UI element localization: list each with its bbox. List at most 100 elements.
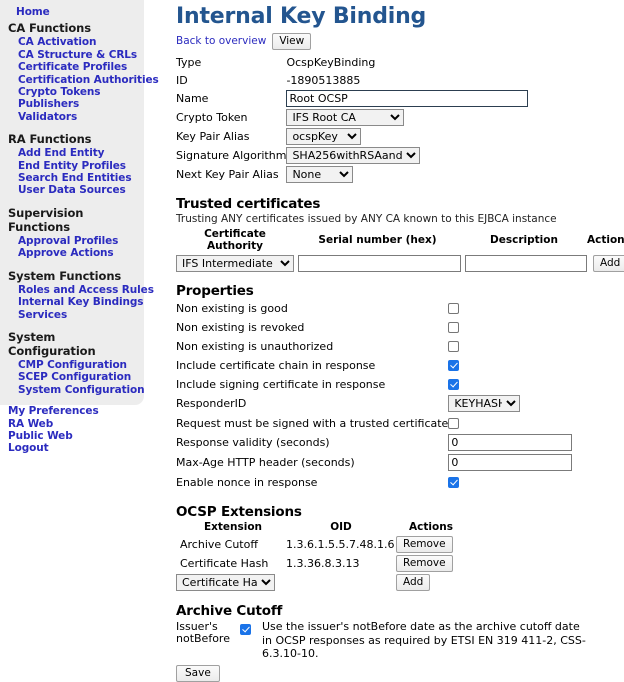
key-pair-alias-select[interactable]: ocspKey bbox=[286, 128, 362, 145]
col-certificate-authority: Certificate Authority bbox=[204, 228, 266, 252]
sidebar-item-user-data-sources[interactable]: User Data Sources bbox=[0, 184, 144, 196]
sidebar-item-home[interactable]: Home bbox=[8, 6, 144, 18]
back-row: Back to overview View bbox=[176, 32, 624, 50]
signature-algorithm-cell: SHA256withRSAandMGF1 bbox=[286, 147, 528, 166]
table-row: Certificate Hash 1.3.36.8.3.13 Remove bbox=[176, 554, 466, 573]
sidebar: Home CA Functions CA Activation CA Struc… bbox=[0, 0, 159, 454]
sidebar-item-ra-web[interactable]: RA Web bbox=[0, 418, 144, 430]
nonce-label: Enable nonce in response bbox=[176, 475, 318, 489]
ocsp-extensions-table: Extension OID Actions Archive Cutoff 1.3… bbox=[176, 521, 466, 592]
col-description: Description bbox=[490, 234, 558, 246]
trusted-serial-input[interactable] bbox=[298, 255, 461, 272]
sidebar-item-public-web[interactable]: Public Web bbox=[0, 430, 144, 442]
sidebar-item-publishers[interactable]: Publishers bbox=[0, 98, 144, 110]
sidebar-item-add-end-entity[interactable]: Add End Entity bbox=[0, 147, 144, 159]
sidebar-item-scep-configuration[interactable]: SCEP Configuration bbox=[0, 371, 144, 383]
extension-add-actions: Add bbox=[396, 573, 466, 592]
max-age-input[interactable] bbox=[448, 454, 573, 471]
name-input[interactable] bbox=[286, 90, 529, 107]
extension-actions-certificate-hash: Remove bbox=[396, 554, 466, 573]
col-extension: Extension bbox=[203, 521, 263, 533]
type-value: OcspKeyBinding bbox=[286, 55, 376, 69]
extension-name-certificate-hash: Certificate Hash bbox=[180, 557, 269, 570]
crypto-token-select[interactable]: IFS Root CA bbox=[286, 109, 405, 126]
trusted-certificates-heading: Trusted certificates bbox=[176, 196, 321, 212]
sidebar-item-roles-and-access-rules[interactable]: Roles and Access Rules bbox=[0, 284, 154, 296]
sidebar-heading-ca-functions: CA Functions bbox=[8, 21, 91, 36]
sidebar-item-ca-activation[interactable]: CA Activation bbox=[0, 36, 144, 48]
trusted-ca-select[interactable]: IFS Intermediate CA bbox=[176, 255, 294, 272]
non-existing-revoked-checkbox[interactable] bbox=[448, 322, 460, 333]
include-signing-certificate-checkbox[interactable] bbox=[448, 379, 460, 390]
property-row-signed-request: Request must be signed with a trusted ce… bbox=[176, 415, 598, 434]
signed-request-checkbox[interactable] bbox=[448, 418, 460, 429]
issuer-notbefore-checkbox[interactable] bbox=[240, 623, 251, 635]
save-button[interactable]: Save bbox=[176, 664, 220, 682]
sidebar-item-internal-key-bindings[interactable]: Internal Key Bindings bbox=[0, 296, 144, 308]
trusted-description-input[interactable] bbox=[465, 255, 587, 272]
sidebar-item-validators[interactable]: Validators bbox=[0, 111, 144, 123]
back-to-overview-link[interactable]: Back to overview bbox=[176, 35, 266, 47]
include-certificate-chain-checkbox[interactable] bbox=[448, 360, 460, 371]
sidebar-item-crypto-tokens[interactable]: Crypto Tokens bbox=[0, 86, 144, 98]
property-row-responder-id: ResponderID KEYHASH bbox=[176, 395, 598, 415]
include-certificate-chain-label: Include certificate chain in response bbox=[176, 358, 376, 372]
sidebar-item-cmp-configuration[interactable]: CMP Configuration bbox=[0, 359, 144, 371]
sidebar-item-services[interactable]: Services bbox=[0, 309, 144, 321]
signature-algorithm-select[interactable]: SHA256withRSAandMGF1 bbox=[286, 147, 421, 164]
remove-certificate-hash-button[interactable]: Remove bbox=[396, 555, 453, 572]
non-existing-good-cell bbox=[448, 300, 598, 319]
non-existing-unauthorized-label: Non existing is unauthorized bbox=[176, 339, 334, 353]
signed-request-cell bbox=[448, 415, 598, 434]
name-label: Name bbox=[176, 92, 209, 105]
sidebar-heading-supervision-functions: Supervision Functions bbox=[8, 205, 84, 234]
sidebar-item-search-end-entities[interactable]: Search End Entities bbox=[0, 172, 144, 184]
ocsp-extensions-add-row: Certificate Hash Add bbox=[176, 573, 466, 592]
main-content: Internal Key Binding Back to overview Vi… bbox=[176, 0, 624, 682]
sidebar-item-certificate-profiles[interactable]: Certificate Profiles bbox=[0, 61, 144, 73]
max-age-label: Max-Age HTTP header (seconds) bbox=[176, 456, 355, 469]
sidebar-group-ra-functions: RA Functions Add End Entity End Entity P… bbox=[0, 132, 144, 197]
sidebar-item-approval-profiles[interactable]: Approval Profiles bbox=[0, 235, 144, 247]
sidebar-item-system-configuration[interactable]: System Configuration bbox=[0, 384, 145, 396]
properties-table: Non existing is good Non existing is rev… bbox=[176, 300, 598, 493]
trusted-add-button[interactable]: Add bbox=[593, 255, 624, 272]
view-button[interactable]: View bbox=[272, 32, 312, 50]
signed-request-label: Request must be signed with a trusted ce… bbox=[176, 416, 449, 430]
sidebar-home-wrap: Home bbox=[0, 6, 144, 18]
next-key-pair-alias-select[interactable]: None bbox=[286, 166, 354, 183]
sidebar-item-my-preferences[interactable]: My Preferences bbox=[0, 405, 144, 417]
row-name: Name bbox=[176, 90, 529, 109]
include-certificate-chain-cell bbox=[448, 357, 598, 376]
responder-id-select[interactable]: KEYHASH bbox=[448, 395, 521, 412]
nonce-checkbox[interactable] bbox=[448, 477, 460, 488]
ocsp-extensions-heading: OCSP Extensions bbox=[176, 504, 302, 520]
extension-actions-archive-cutoff: Remove bbox=[396, 535, 466, 554]
sidebar-item-certification-authorities[interactable]: Certification Authorities bbox=[0, 74, 159, 86]
key-pair-alias-cell: ocspKey bbox=[286, 128, 528, 147]
response-validity-label: Response validity (seconds) bbox=[176, 436, 330, 449]
non-existing-good-checkbox[interactable] bbox=[448, 303, 460, 314]
extension-add-button[interactable]: Add bbox=[396, 574, 431, 591]
response-validity-input[interactable] bbox=[448, 434, 573, 451]
extension-oid-archive-cutoff: 1.3.6.1.5.5.7.48.1.6 bbox=[286, 538, 395, 551]
extension-add-select[interactable]: Certificate Hash bbox=[176, 574, 275, 591]
sidebar-group-supervision-functions: Supervision Functions Approval Profiles … bbox=[0, 206, 144, 260]
remove-archive-cutoff-button[interactable]: Remove bbox=[396, 536, 453, 553]
non-existing-unauthorized-checkbox[interactable] bbox=[448, 341, 460, 352]
nonce-cell bbox=[448, 474, 598, 493]
sidebar-item-approve-actions[interactable]: Approve Actions bbox=[0, 247, 144, 259]
response-validity-cell bbox=[448, 434, 598, 454]
extension-oid-certificate-hash: 1.3.36.8.3.13 bbox=[286, 557, 360, 570]
col-serial-number: Serial number (hex) bbox=[318, 234, 437, 246]
row-signature-algorithm: Signature Algorithm SHA256withRSAandMGF1 bbox=[176, 147, 528, 166]
property-row-max-age: Max-Age HTTP header (seconds) bbox=[176, 454, 598, 474]
sidebar-item-end-entity-profiles[interactable]: End Entity Profiles bbox=[0, 160, 144, 172]
sidebar-item-logout[interactable]: Logout bbox=[0, 442, 144, 454]
sidebar-item-ca-structure-crls[interactable]: CA Structure & CRLs bbox=[0, 49, 144, 61]
include-signing-certificate-cell bbox=[448, 376, 598, 395]
row-key-pair-alias: Key Pair Alias ocspKey bbox=[176, 128, 528, 147]
non-existing-good-label: Non existing is good bbox=[176, 301, 288, 315]
next-key-pair-alias-cell: None bbox=[286, 166, 528, 185]
trusted-certificates-header-row: Certificate Authority Serial number (hex… bbox=[176, 228, 624, 255]
